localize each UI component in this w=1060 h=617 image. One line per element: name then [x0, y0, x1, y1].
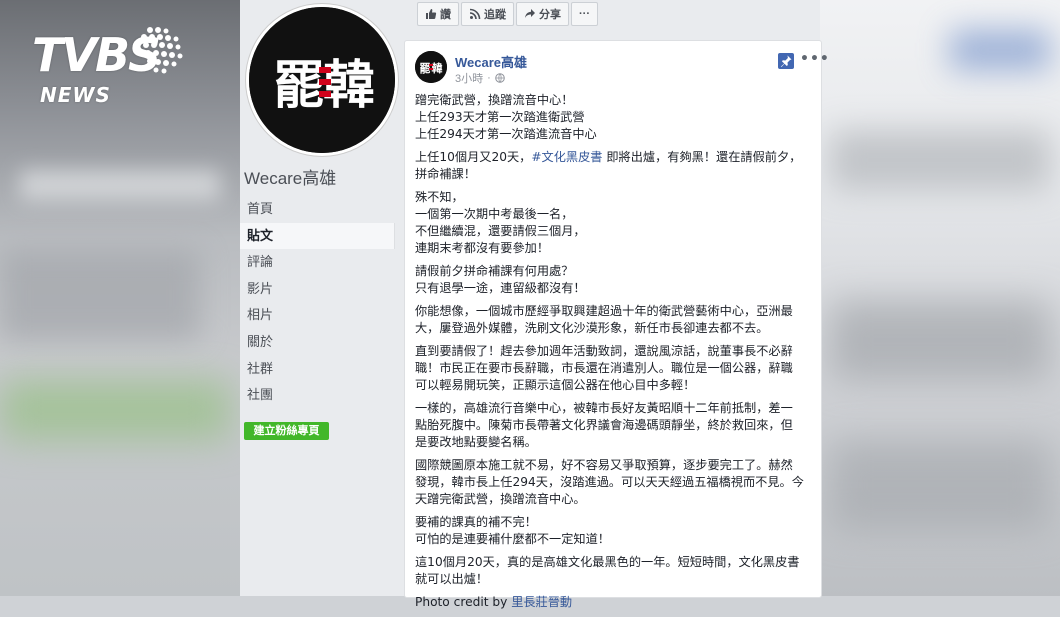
more-actions-button[interactable]: ··· [571, 2, 598, 26]
post-line: 要補的課真的補不完！ [415, 515, 537, 529]
post-line: 連期末考都沒有要參加！ [415, 241, 550, 255]
more-icon: ··· [579, 8, 590, 20]
post-paragraph-3: 殊不知， 一個第一次期中考最後一名， 不但繼續混，還要請假三個月， 連期末考都沒… [415, 189, 811, 257]
post-line: 大，屢登過外媒體，洗刷文化沙漠形象，新任市長卻連去都不去。 [415, 321, 769, 335]
post-text: 上任10個月又20天， [415, 150, 532, 164]
tvbs-dots-icon [141, 27, 183, 74]
post-line: 蹭完衛武營，換蹭流音中心！ [415, 93, 574, 107]
post-text: 即將出爐，有夠黑！還在請假前夕， [602, 150, 802, 164]
post-meta: 3小時 · [455, 70, 505, 86]
like-label: 讚 [440, 9, 451, 21]
nav-item-reviews[interactable]: 評論 [240, 249, 395, 276]
post-line: 直到要請假了！趕去參加週年活動致詞，還說風涼話，說董事長不必辭 [415, 344, 793, 358]
post-paragraph-9: 要補的課真的補不完！ 可怕的是連要補什麼都不一定知道！ [415, 514, 811, 548]
avatar-char-2: 韓 [432, 61, 443, 75]
tvbs-news-text: NEWS [40, 83, 111, 107]
post-paragraph-6: 直到要請假了！趕去參加週年活動致詞，還說風涼話，說董事長不必辭 職！市民正在要市… [415, 343, 811, 394]
post-paragraph-10: 這10個月20天，真的是高雄文化最黑色的一年。短短時間，文化黑皮書 就可以出爐！ [415, 554, 811, 588]
credit-link[interactable]: 里長莊晉動 [511, 595, 572, 609]
post-line: 上任293天才第一次踏進衛武營 [415, 110, 585, 124]
like-button[interactable]: 讚 [417, 2, 459, 26]
post-line: 發現，韓市長上任294天，沒踏進過。可以天天經過五福橋視而不見。今 [415, 475, 804, 489]
nav-item-photos[interactable]: 相片 [240, 302, 395, 329]
post-line: 就可以出爐！ [415, 572, 489, 586]
page-profile-picture[interactable]: 罷 韓 [246, 4, 398, 156]
nav-item-posts[interactable]: 貼文 [240, 222, 395, 250]
post-body: 蹭完衛武營，換蹭流音中心！ 上任293天才第一次踏進衛武營 上任294天才第一次… [415, 92, 811, 617]
avatar-char-1: 罷 [420, 62, 431, 75]
thumbs-up-icon [426, 9, 437, 19]
author-logo-image: 罷 韓 [415, 51, 447, 83]
follow-label: 追蹤 [484, 9, 506, 21]
post-card: 罷 韓 Wecare高雄 3小時 · ••• 蹭完衛武營，換蹭流音中心！ 上任2… [404, 40, 829, 609]
post-line: 只有退學一途，連留級都沒有！ [415, 281, 586, 295]
post-line: 一個第一次期中考最後一名， [415, 207, 574, 221]
hashtag-link[interactable]: #文化黑皮書 [531, 150, 602, 164]
logo-char-1: 罷 [273, 56, 325, 116]
post-line: 可以輕易開玩笑，正顯示這個公器在他心目中多輕！ [415, 378, 696, 392]
blurred-right-background [820, 0, 1060, 596]
post-line: 國際競圖原本施工就不易，好不容易又爭取預算，逐步要完工了。赫然 [415, 458, 793, 472]
post-line: 殊不知， [415, 190, 464, 204]
page-sidebar: 罷 韓 Wecare高雄 首頁 貼文 評論 影片 相片 關於 社群 社團 建立粉… [240, 0, 403, 596]
share-icon [525, 9, 535, 18]
logo-char-2: 韓 [323, 56, 375, 116]
post-line: 一樣的，高雄流行音樂中心，被韓市長好友黃昭順十二年前抵制，差一 [415, 401, 793, 415]
post-paragraph-8: 國際競圖原本施工就不易，好不容易又爭取預算，逐步要完工了。赫然 發現，韓市長上任… [415, 457, 811, 508]
rss-icon [469, 8, 481, 20]
post-line: 上任10個月又20天，#文化黑皮書 即將出爐，有夠黑！還在請假前夕， [415, 149, 811, 166]
post-paragraph-5: 你能想像，一個城市歷經爭取興建超過十年的衛武營藝術中心，亞洲最 大，屢登過外媒體… [415, 303, 811, 337]
globe-icon [494, 73, 505, 83]
nav-item-about[interactable]: 關於 [240, 329, 395, 356]
main-feed: 讚 追蹤 分享 ··· 罷 韓 Wecare高雄 3小時 · ••• 蹭完衛武營… [403, 0, 829, 609]
post-paragraph-7: 一樣的，高雄流行音樂中心，被韓市長好友黃昭順十二年前抵制，差一 點胎死腹中。陳菊… [415, 400, 811, 451]
post-line: 天蹭完衛武營，換蹭流音中心。 [415, 492, 586, 506]
post-line: 拼命補課！ [415, 167, 476, 181]
post-line: 這10個月20天，真的是高雄文化最黑色的一年。短短時間，文化黑皮書 [415, 555, 800, 569]
post-credit: Photo credit by 里長莊晉動 [415, 594, 811, 611]
credit-prefix: Photo credit by [415, 595, 512, 609]
post-author-avatar[interactable]: 罷 韓 [415, 51, 447, 83]
post-line: 上任294天才第一次踏進流音中心 [415, 127, 597, 141]
post-paragraph-2: 上任10個月又20天，#文化黑皮書 即將出爐，有夠黑！還在請假前夕， 拼命補課！ [415, 149, 811, 183]
post-line: 可怕的是連要補什麼都不一定知道！ [415, 532, 610, 546]
post-options-icon[interactable]: ••• [800, 51, 830, 67]
page-action-bar: 讚 追蹤 分享 ··· [417, 2, 600, 26]
post-paragraph-1: 蹭完衛武營，換蹭流音中心！ 上任293天才第一次踏進衛武營 上任294天才第一次… [415, 92, 811, 143]
post-paragraph-4: 請假前夕拼命補課有何用處？ 只有退學一途，連留級都沒有！ [415, 263, 811, 297]
create-page-button[interactable]: 建立粉絲專頁 [244, 422, 329, 440]
post-timestamp[interactable]: 3小時 [455, 70, 483, 86]
tvbs-news-logo: TVBS NEWS [32, 26, 192, 112]
post-line: 不但繼續混，還要請假三個月， [415, 224, 586, 238]
post-author-name[interactable]: Wecare高雄 [455, 52, 527, 71]
page-logo-image: 罷 韓 [249, 7, 395, 153]
page-name[interactable]: Wecare高雄 [244, 164, 336, 189]
post-line: 請假前夕拼命補課有何用處？ [415, 264, 574, 278]
page-nav: 首頁 貼文 評論 影片 相片 關於 社群 社團 [240, 196, 395, 409]
post-line: 職！市民正在要市長辭職，市長還在消遣別人。職位是一個公器，辭職 [415, 361, 793, 375]
share-button[interactable]: 分享 [516, 2, 569, 26]
post-line: 你能想像，一個城市歷經爭取興建超過十年的衛武營藝術中心，亞洲最 [415, 304, 793, 318]
post-line: 點胎死腹中。陳菊市長帶著文化界議會海邊碼頭靜坐，終於救回來，但 [415, 418, 793, 432]
post-line: 是要改地點要變名稱。 [415, 435, 537, 449]
nav-item-home[interactable]: 首頁 [240, 196, 395, 223]
follow-button[interactable]: 追蹤 [461, 2, 514, 26]
nav-item-videos[interactable]: 影片 [240, 276, 395, 303]
nav-item-community[interactable]: 社群 [240, 356, 395, 383]
nav-item-groups[interactable]: 社團 [240, 382, 395, 409]
share-label: 分享 [539, 9, 561, 21]
pin-icon[interactable] [778, 53, 794, 69]
